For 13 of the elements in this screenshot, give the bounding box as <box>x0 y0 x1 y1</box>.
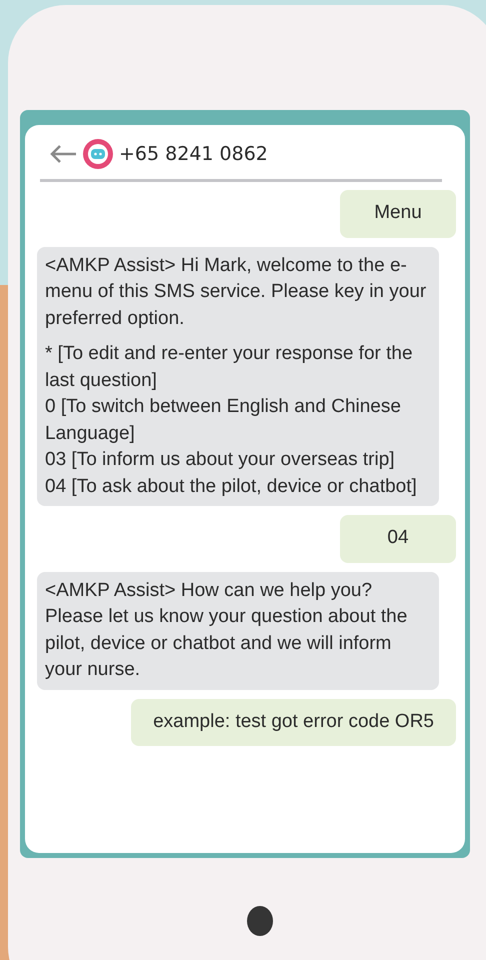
menu-option: 03 [To inform us about your overseas trip] <box>45 447 431 474</box>
back-arrow-icon[interactable] <box>49 144 77 164</box>
message-text: <AMKP Assist> Hi Mark, welcome to the e-menu of this SMS service. Please key in your preferred option. <box>45 254 428 330</box>
robot-avatar-icon <box>83 139 113 169</box>
message-text: 04 <box>386 526 410 550</box>
menu-option: * [To edit and re-enter your response for the last question] <box>45 341 431 394</box>
menu-option: 04 [To ask about the pilot, device or chatbot] <box>45 474 431 500</box>
message-text: <AMKP Assist> How can we help you? Please let us know your question about the pilot, device or chatbot and we will inform your nurse. <box>45 578 408 682</box>
menu-option: 0 [To switch between English and Chinese Language] <box>45 394 431 447</box>
message-text: Menu <box>373 201 423 225</box>
phone-number: +65 8241 0862 <box>119 143 268 165</box>
message-text: example: test got error code OR5 <box>153 710 434 734</box>
home-button[interactable] <box>247 906 273 936</box>
